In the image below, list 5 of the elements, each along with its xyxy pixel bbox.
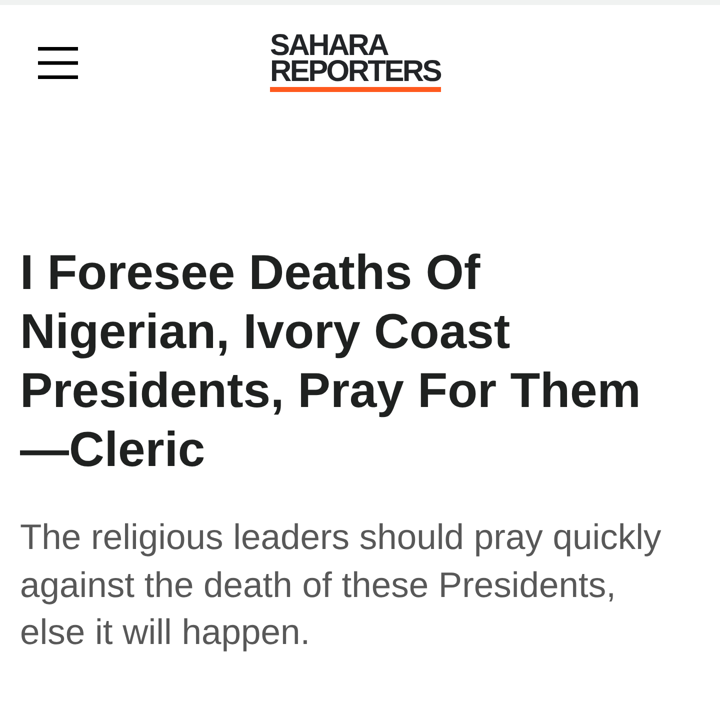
menu-button[interactable] <box>38 46 78 78</box>
article-headline: I Foresee Deaths Of Nigerian, Ivory Coast Presidents, Pray For Them —Cleric <box>20 245 642 479</box>
article-summary: The religious leaders should pray quickly against the death of these Presidents, else it will happen. <box>20 516 662 654</box>
site-logo[interactable]: SAHARA REPORTERS <box>270 33 440 92</box>
menu-icon <box>38 46 78 78</box>
